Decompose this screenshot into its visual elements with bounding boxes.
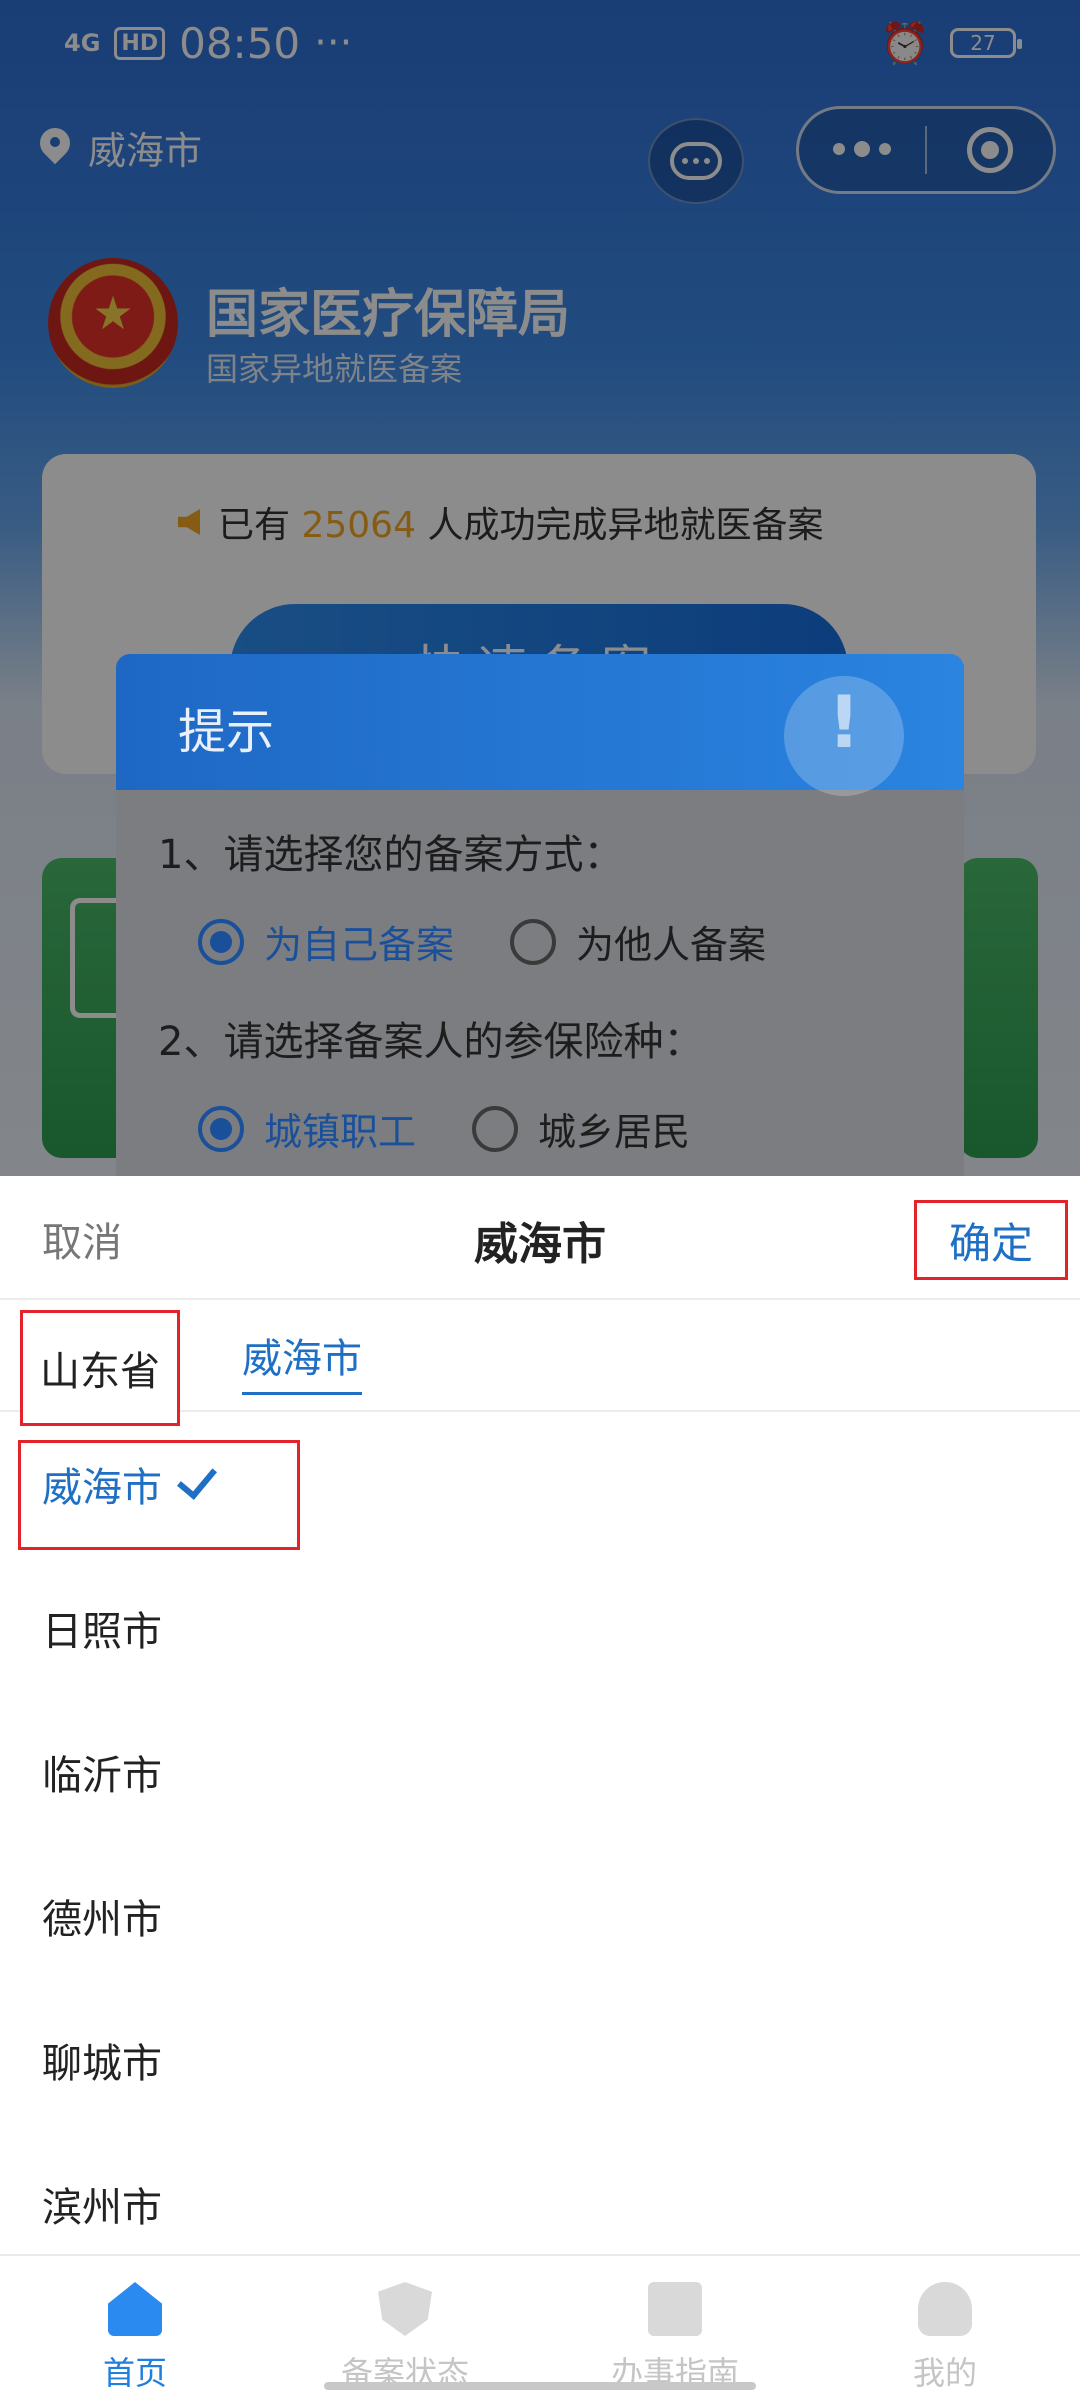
tip-modal: 提示 1、请选择您的备案方式： 为自己备案 为他人备案 2、请选择备案人的参保险… — [116, 654, 964, 1176]
picker-header: 取消 威海市 确定 — [0, 1176, 1080, 1300]
user-icon — [918, 2282, 972, 2336]
option-urban-rural-resident[interactable]: 城乡居民 — [472, 1101, 690, 1156]
city-list: 威海市 日照市 临沂市 德州市 聊城市 滨州市 — [0, 1412, 1080, 2276]
question-2: 2、请选择备案人的参保险种： — [158, 1019, 704, 1065]
option-label: 为他人备案 — [576, 923, 767, 967]
city-label: 临沂市 — [42, 1753, 162, 1799]
tab-city[interactable]: 威海市 — [242, 1326, 362, 1395]
tabbar-home[interactable]: 首页 — [0, 2256, 270, 2400]
radio-unchecked-icon — [510, 918, 557, 965]
home-indicator — [324, 2382, 756, 2390]
lightbulb-icon — [784, 676, 904, 796]
region-picker-sheet: 取消 威海市 确定 山东省 威海市 威海市 日照市 临沂市 德州市 聊城市 滨州… — [0, 1176, 1080, 2400]
background-page: 4G HD 08:50 ··· ⏰ 27 威海市 国家医疗保障局 国家异地就医备… — [0, 0, 1080, 1176]
tabbar-filing-status[interactable]: 备案状态 — [270, 2256, 540, 2400]
radio-unchecked-icon — [472, 1105, 519, 1152]
highlight-box — [18, 1440, 300, 1550]
confirm-label: 确定 — [948, 1218, 1033, 1268]
picker-tabs: 山东省 威海市 — [0, 1300, 1080, 1426]
shield-icon — [378, 2282, 432, 2336]
tabbar-label: 我的 — [912, 2354, 977, 2392]
option-self[interactable]: 为自己备案 — [198, 914, 454, 969]
tabbar-mine[interactable]: 我的 — [810, 2256, 1080, 2400]
option-label: 城镇职工 — [264, 1110, 417, 1154]
option-label: 城乡居民 — [538, 1110, 691, 1154]
tab-province[interactable]: 山东省 — [20, 1310, 180, 1426]
tabbar-label: 首页 — [102, 2354, 167, 2392]
bottom-tab-bar: 首页 备案状态 办事指南 我的 — [0, 2254, 1080, 2400]
tabbar-guide[interactable]: 办事指南 — [540, 2256, 810, 2400]
radio-checked-icon — [198, 1105, 244, 1152]
option-others[interactable]: 为他人备案 — [510, 914, 766, 969]
city-label: 聊城市 — [42, 2041, 162, 2087]
modal-title: 提示 — [178, 704, 275, 760]
tab-province-label: 山东省 — [40, 1349, 160, 1395]
modal-header: 提示 — [116, 654, 964, 796]
radio-checked-icon — [198, 918, 244, 965]
city-label: 日照市 — [42, 1609, 162, 1655]
guide-book-icon — [648, 2282, 702, 2336]
city-item[interactable]: 聊城市 — [0, 1988, 1080, 2132]
option-label: 为自己备案 — [264, 923, 455, 967]
city-item[interactable]: 日照市 — [0, 1556, 1080, 1700]
home-icon — [108, 2282, 162, 2336]
question-1: 1、请选择您的备案方式： — [158, 832, 624, 878]
confirm-button[interactable]: 确定 — [914, 1200, 1068, 1280]
city-item[interactable]: 临沂市 — [0, 1700, 1080, 1844]
city-item[interactable]: 德州市 — [0, 1844, 1080, 1988]
city-item-selected[interactable]: 威海市 — [0, 1412, 1080, 1556]
option-urban-employee[interactable]: 城镇职工 — [198, 1101, 416, 1156]
city-label: 滨州市 — [42, 2185, 162, 2231]
city-label: 德州市 — [42, 1897, 162, 1943]
